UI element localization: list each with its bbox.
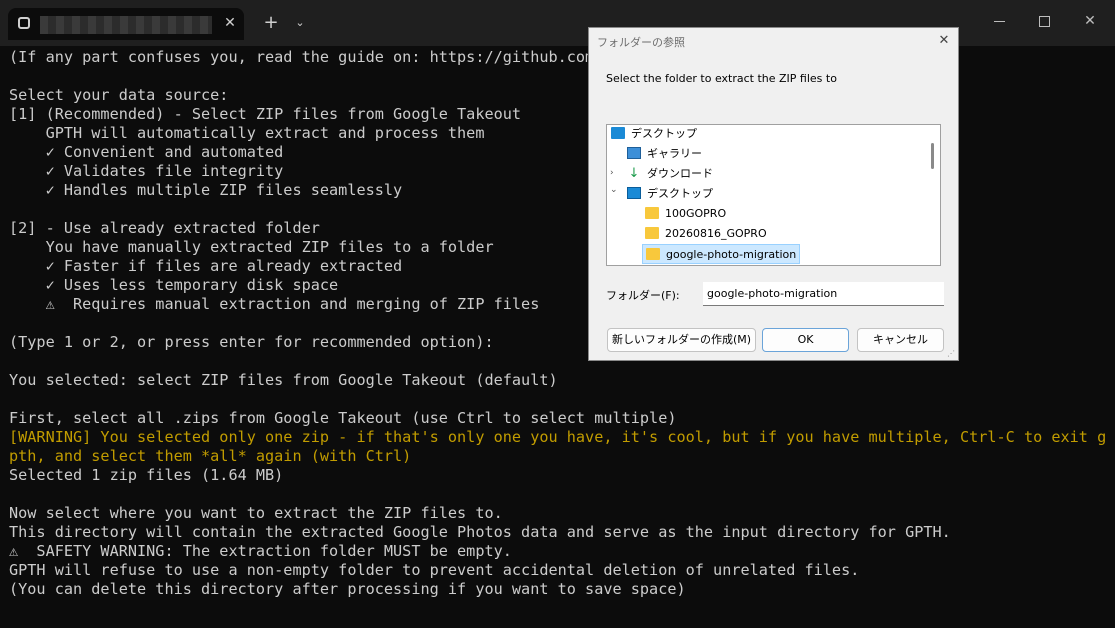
gallery-icon [627, 147, 641, 159]
folder-browse-dialog: フォルダーの参照 ✕ Select the folder to extract … [588, 27, 959, 361]
tree-item-20260816-gopro[interactable]: 20260816_GOPRO [645, 224, 767, 244]
desktop-icon [611, 127, 625, 139]
dialog-title: フォルダーの参照 [597, 36, 685, 49]
dialog-description: Select the folder to extract the ZIP fil… [606, 72, 837, 85]
tree-item-label: 20260816_GOPRO [665, 227, 767, 240]
new-folder-button[interactable]: 新しいフォルダーの作成(M) [607, 328, 756, 352]
tree-item-label: デスクトップ [647, 187, 713, 200]
tree-item-google-photo-migration[interactable]: google-photo-migration [642, 244, 801, 264]
terminal-line: You selected: select ZIP files from Goog… [9, 371, 558, 389]
terminal-line: ⚠ SAFETY WARNING: The extraction folder … [9, 542, 512, 560]
expand-chevron-icon[interactable]: › [610, 168, 620, 178]
maximize-icon [1038, 15, 1050, 27]
folder-field-label: フォルダー(F): [606, 289, 680, 302]
tree-item-downloads[interactable]: ↓ ダウンロード [627, 164, 713, 184]
terminal-line: This directory will contain the extracte… [9, 523, 951, 541]
terminal-line: (You can delete this directory after pro… [9, 580, 686, 598]
desktop-icon [627, 187, 641, 199]
tree-item-gallery[interactable]: ギャラリー [627, 144, 702, 164]
folder-icon [645, 227, 659, 239]
window-close-button[interactable]: ✕ [1070, 8, 1110, 34]
tree-item-100gopro[interactable]: 100GOPRO [645, 204, 726, 224]
tree-item-label: 100GOPRO [665, 207, 727, 220]
maximize-button[interactable] [1024, 8, 1064, 34]
tab-close-icon[interactable]: ✕ [220, 13, 240, 33]
terminal-line: GPTH will refuse to use a non-empty fold… [9, 561, 860, 579]
tree-scrollbar[interactable] [931, 143, 934, 169]
folder-tree[interactable]: デスクトップ ギャラリー › ↓ ダウンロード ⌄ デスクトップ 100GOPRO… [606, 124, 941, 266]
new-tab-button[interactable]: + [260, 12, 282, 34]
download-icon: ↓ [628, 166, 640, 181]
terminal-line: Now select where you want to extract the… [9, 504, 503, 522]
minimize-icon [993, 20, 1005, 22]
tree-item-desktop[interactable]: デスクトップ [627, 184, 713, 204]
folder-field[interactable] [703, 282, 944, 306]
terminal-tab[interactable]: ████████████ ✕ [8, 8, 244, 40]
collapse-chevron-icon[interactable]: ⌄ [610, 185, 620, 195]
terminal-line: [WARNING] You selected only one zip - if… [9, 428, 1107, 446]
folder-icon [645, 207, 659, 219]
tree-item-label: google-photo-migration [666, 248, 797, 261]
resize-grip-icon[interactable]: ⋰ [947, 350, 955, 358]
cancel-button[interactable]: キャンセル [857, 328, 944, 352]
terminal-line: First, select all .zips from Google Take… [9, 409, 677, 427]
dialog-close-icon[interactable]: ✕ [935, 32, 953, 50]
folder-icon [646, 248, 660, 260]
ok-button[interactable]: OK [762, 328, 849, 352]
terminal-line: Selected 1 zip files (1.64 MB) [9, 466, 284, 484]
tree-item-label: ダウンロード [647, 167, 713, 180]
terminal-line: pth, and select them *all* again (with C… [9, 447, 412, 465]
tab-title[interactable]: ████████████ [40, 16, 212, 34]
minimize-button[interactable] [979, 8, 1019, 34]
tree-item-label: ギャラリー [647, 147, 702, 160]
terminal-icon [18, 17, 30, 29]
tree-item-label: デスクトップ [631, 127, 697, 140]
tree-item-desktop-root[interactable]: デスクトップ [611, 125, 697, 144]
tab-dropdown-chevron-icon[interactable]: ⌄ [290, 12, 310, 34]
